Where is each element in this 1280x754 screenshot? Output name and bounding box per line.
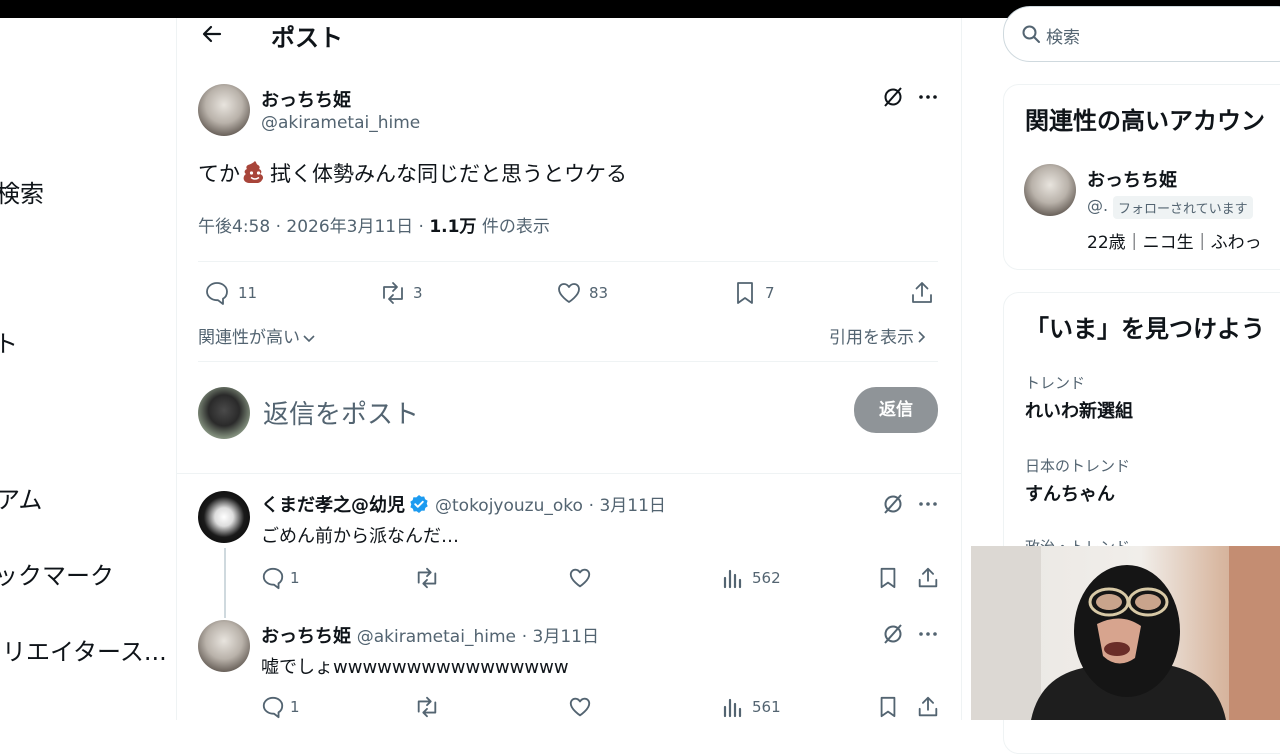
post-timestamp[interactable]: 午後4:58 · 2026年3月11日 · [198,217,429,237]
views-chart-icon[interactable] [722,695,744,719]
views-chart-icon[interactable] [722,566,744,590]
search-input[interactable]: 検索 [1046,23,1080,48]
masked-streamer-image [971,546,1280,720]
bookmark-icon[interactable] [877,566,899,590]
post-author-handle[interactable]: @akirametai_hime [261,113,420,133]
nav-item-explore[interactable]: 検索 [0,174,44,209]
reply-author-name[interactable]: おっちち姫 [261,626,351,647]
repost-icon[interactable] [378,280,408,306]
sort-label: 関連性が高い [198,328,300,348]
post-author-name[interactable]: おっちち姫 [261,86,351,112]
verified-badge-icon [409,494,429,519]
reply-composer-input[interactable]: 返信をポスト [263,394,419,431]
views-count: 562 [752,569,781,587]
reply-date[interactable]: · 3月11日 [589,496,666,516]
post-text: てか 拭く体勢みんな同じだと思うとウケる [198,158,627,190]
follows-you-badge: フォローされています [1113,196,1253,219]
bookmark-icon[interactable] [877,695,899,719]
more-options-icon[interactable] [917,86,939,108]
post-views-label: 件の表示 [476,217,550,237]
repost-icon[interactable] [413,566,441,590]
reply-avatar[interactable] [198,620,250,672]
reply-author-handle[interactable]: @tokojyouzu_oko [435,496,583,516]
like-heart-icon[interactable] [568,566,592,590]
like-heart-icon[interactable] [568,695,592,719]
column-divider-right [961,18,962,720]
related-accounts-title: 関連性の高いアカウン [1025,107,1265,135]
thread-line [224,548,226,618]
search-icon [1021,24,1041,44]
like-count: 83 [589,284,609,302]
repost-count: 3 [413,284,423,302]
trends-title: 「いま」を見つけよう [1025,315,1265,343]
reply-icon[interactable] [204,280,230,306]
reply-header: おっちち姫 @akirametai_hime · 3月11日 [261,622,599,648]
reply-count: 1 [290,698,300,716]
grok-icon[interactable] [881,492,905,516]
bookmark-count: 7 [765,284,775,302]
reply-submit-button[interactable]: 返信 [854,387,938,433]
post-views-count: 1.1万 [429,217,477,237]
related-account-avatar[interactable] [1024,164,1076,216]
grok-icon[interactable] [881,622,905,646]
divider [198,261,938,262]
trend-context: 日本のトレンド [1025,457,1131,475]
back-arrow-icon[interactable] [200,22,224,46]
bookmark-icon[interactable] [733,280,757,306]
search-box[interactable] [1003,6,1280,62]
post-text-part1: てか [198,162,240,186]
page-title: ポスト [271,24,343,52]
reply-icon[interactable] [261,566,285,590]
nav-item-notifications[interactable]: ト [0,324,18,359]
divider [177,473,961,474]
share-icon[interactable] [916,695,940,719]
trend-context: トレンド [1025,374,1086,392]
poop-emoji-icon [242,159,268,190]
reply-text: 嘘でしょwwwwwwwwwwwwwwww [261,657,569,678]
reply-author-name[interactable]: くまだ孝之@幼児 [261,495,405,516]
reply-text: ごめん前から派なんだ… [261,526,459,547]
chevron-down-icon [302,329,316,349]
nav-item-bookmarks[interactable]: ブックマーク [0,556,114,591]
post-meta: 午後4:58 · 2026年3月11日 · 1.1万 件の表示 [198,212,550,237]
share-icon[interactable] [909,280,935,306]
chevron-right-icon [916,329,926,349]
reply-header: くまだ孝之@幼児 @tokojyouzu_oko · 3月11日 [261,491,666,519]
more-options-icon[interactable] [917,623,939,645]
reply-count: 11 [238,284,258,302]
trend-name[interactable]: れいわ新選組 [1025,397,1133,423]
webcam-overlay [971,546,1280,720]
divider [198,361,938,362]
post-author-avatar[interactable] [198,84,250,136]
post-text-part2: 拭く体勢みんな同じだと思うとウケる [270,162,627,186]
repost-icon[interactable] [413,695,441,719]
related-account-bio: 22歳｜ニコ生｜ふわっ [1087,233,1262,253]
related-account-handle[interactable]: @. [1087,196,1108,215]
reply-avatar[interactable] [198,491,250,543]
nav-item-premium[interactable]: アム [0,480,42,515]
reply-count: 1 [290,569,300,587]
more-options-icon[interactable] [917,493,939,515]
trend-name[interactable]: すんちゃん [1025,480,1115,506]
grok-icon[interactable] [881,85,905,109]
column-divider-left [176,18,177,720]
reply-icon[interactable] [261,695,285,719]
sort-dropdown[interactable]: 関連性が高い [198,323,316,349]
share-icon[interactable] [916,566,940,590]
views-count: 561 [752,698,781,716]
view-quotes-label: 引用を表示 [829,328,914,348]
reply-author-handle[interactable]: @akirametai_hime [357,627,516,647]
related-account-name[interactable]: おっちち姫 [1087,166,1177,192]
nav-item-creator-studio[interactable]: クリエイタース... [0,632,167,667]
reply-date[interactable]: · 3月11日 [522,627,599,647]
like-heart-icon[interactable] [556,280,582,306]
view-quotes-link[interactable]: 引用を表示 [829,323,926,349]
current-user-avatar [198,387,250,439]
